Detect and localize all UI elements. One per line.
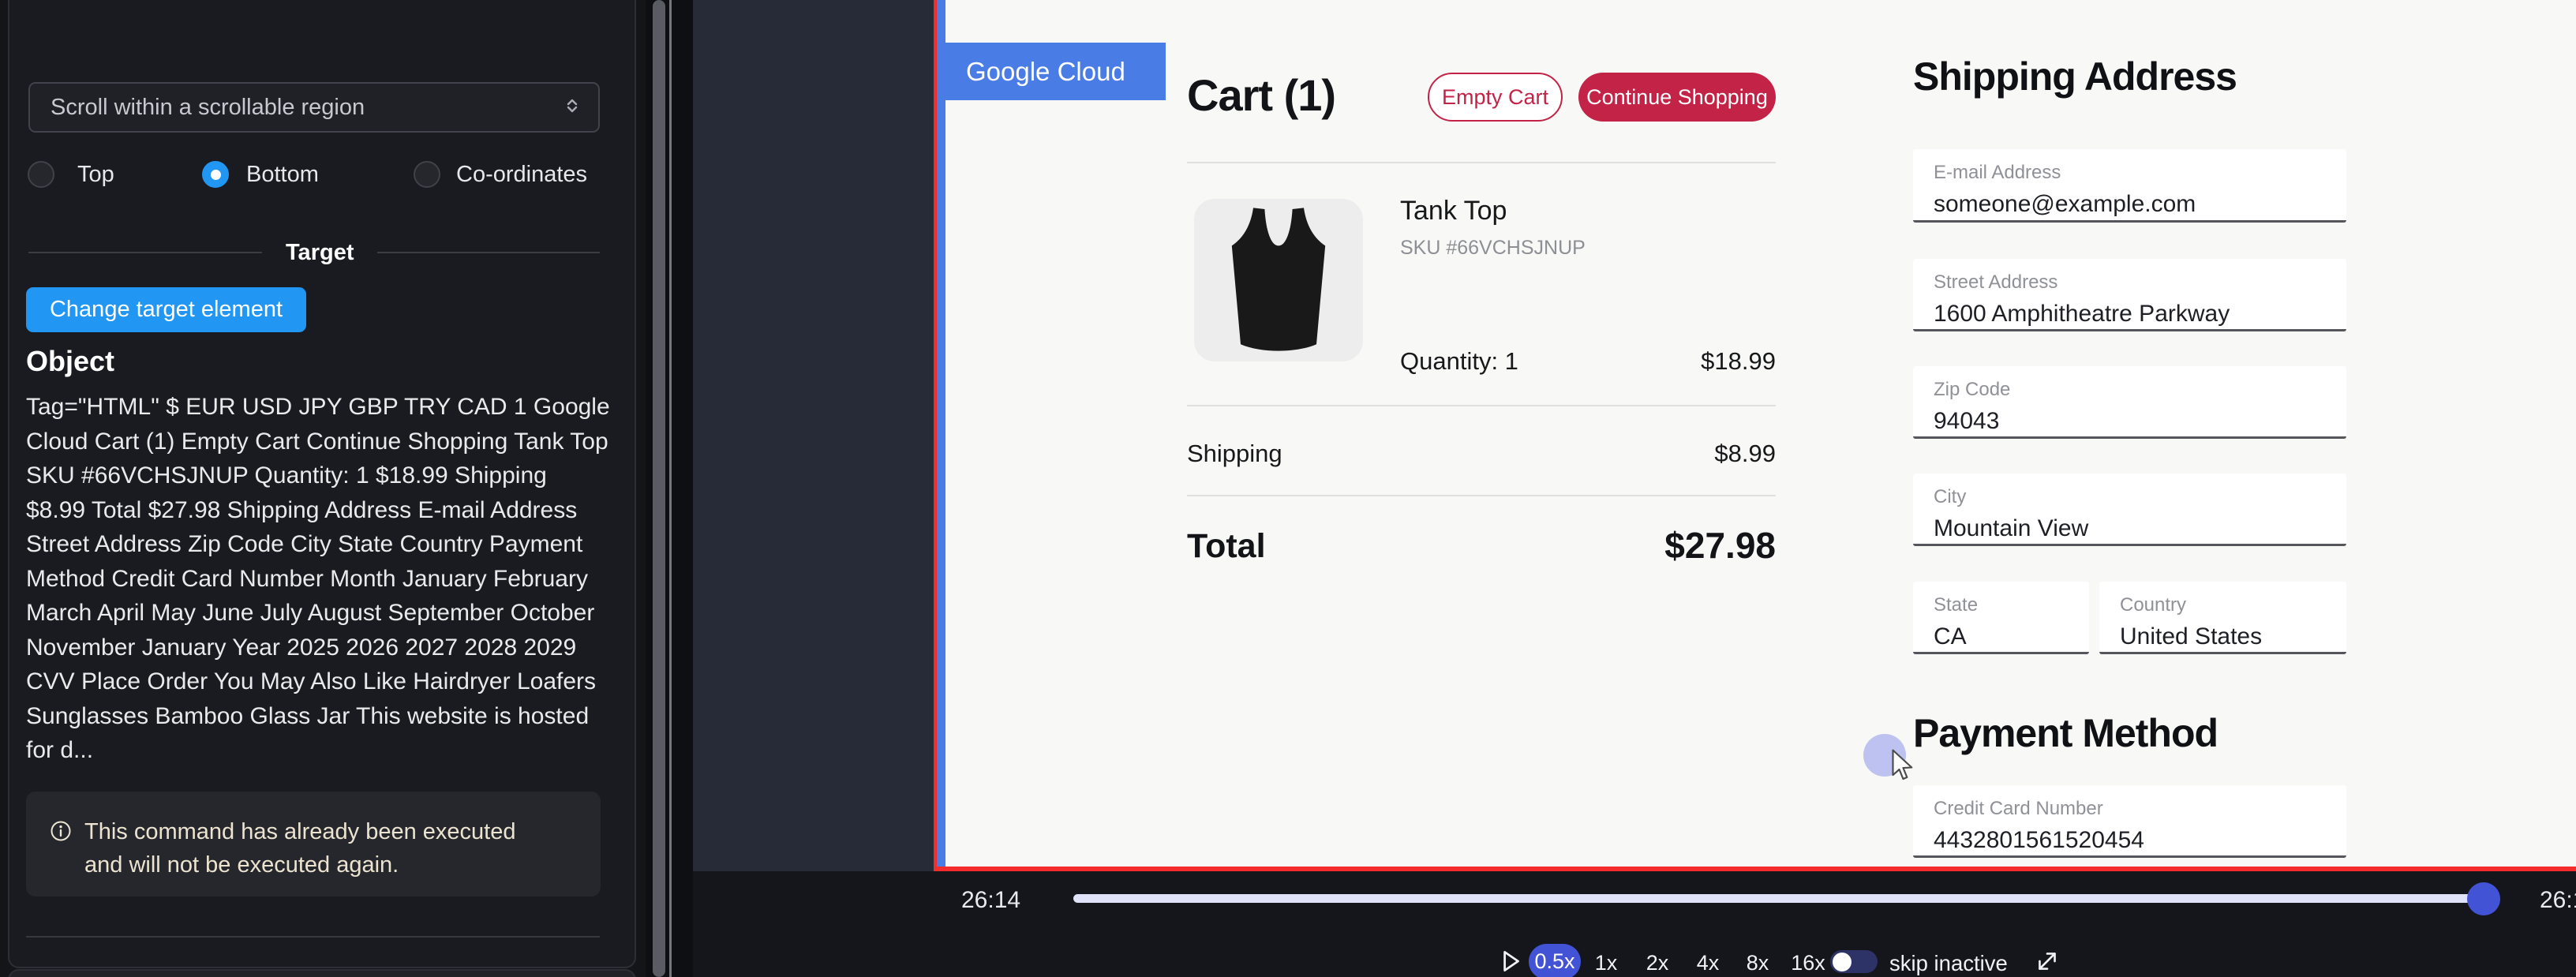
email-field[interactable]: E-mail Address someone@example.com xyxy=(1913,149,2346,223)
city-field-value: Mountain View xyxy=(1934,515,2346,542)
change-target-button[interactable]: Change target element xyxy=(26,287,306,332)
credit-card-field-label: Credit Card Number xyxy=(1934,798,2346,820)
action-select-value: Scroll within a scrollable region xyxy=(51,95,562,121)
empty-cart-button[interactable]: Empty Cart xyxy=(1428,73,1563,122)
target-element-highlight xyxy=(937,0,945,867)
current-time: 26:14 xyxy=(961,887,1020,914)
item-quantity: Quantity: 1 xyxy=(1400,347,1518,376)
total-value: $27.98 xyxy=(1664,524,1776,567)
country-field[interactable]: Country United States xyxy=(2099,582,2346,654)
divider xyxy=(1187,162,1776,163)
object-heading: Object xyxy=(26,345,114,378)
continue-shopping-button[interactable]: Continue Shopping xyxy=(1578,73,1776,122)
item-name: Tank Top xyxy=(1400,196,1507,226)
seek-bar[interactable] xyxy=(1073,894,2484,903)
zip-field-value: 94043 xyxy=(1934,408,2346,435)
unfold-chevrons-icon xyxy=(562,95,582,120)
country-field-value: United States xyxy=(2120,623,2346,650)
email-field-label: E-mail Address xyxy=(1934,162,2346,184)
city-field[interactable]: City Mountain View xyxy=(1913,474,2346,546)
product-image xyxy=(1194,199,1363,361)
play-icon[interactable] xyxy=(1496,947,1525,977)
divider-line xyxy=(28,252,262,253)
end-time: 26:1 xyxy=(2540,887,2576,914)
divider xyxy=(1187,495,1776,496)
shipping-value: $8.99 xyxy=(1714,440,1776,468)
video-letterbox xyxy=(693,0,934,871)
radio-coordinates-label: Co-ordinates xyxy=(456,161,587,188)
street-field-value: 1600 Amphitheatre Parkway xyxy=(1934,301,2346,328)
speed-4x-button[interactable]: 4x xyxy=(1687,951,1728,975)
screen: Scroll within a scrollable region Top Bo… xyxy=(0,0,2576,977)
speed-2x-button[interactable]: 2x xyxy=(1637,951,1678,975)
zip-field[interactable]: Zip Code 94043 xyxy=(1913,366,2346,439)
payment-method-heading: Payment Method xyxy=(1913,710,2218,756)
speed-1x-button[interactable]: 1x xyxy=(1586,951,1627,975)
item-price: $18.99 xyxy=(1701,347,1776,376)
street-field-label: Street Address xyxy=(1934,271,2346,294)
email-field-value: someone@example.com xyxy=(1934,191,2346,218)
speed-16x-button[interactable]: 16x xyxy=(1783,951,1833,975)
shipping-address-heading: Shipping Address xyxy=(1913,54,2237,99)
radio-coordinates[interactable] xyxy=(414,161,440,188)
browser-page: Google Cloud Cart (1) Empty Cart Continu… xyxy=(945,0,2576,867)
divider xyxy=(1187,405,1776,406)
shipping-label: Shipping xyxy=(1187,440,1282,468)
sidebar-scrollbar[interactable] xyxy=(653,0,665,977)
action-select[interactable]: Scroll within a scrollable region xyxy=(28,82,600,133)
tank-top-image xyxy=(1215,203,1342,358)
speed-0-5x-button[interactable]: 0.5x xyxy=(1529,944,1581,977)
fullscreen-icon[interactable] xyxy=(2033,947,2061,977)
state-field-label: State xyxy=(1934,594,2089,616)
skip-inactive-toggle[interactable] xyxy=(1830,950,1878,973)
state-field-value: CA xyxy=(1934,623,2089,650)
state-field[interactable]: State CA xyxy=(1913,582,2089,654)
radio-bottom[interactable] xyxy=(202,161,229,188)
divider-line xyxy=(377,252,600,253)
target-divider: Target xyxy=(28,241,600,264)
credit-card-field[interactable]: Credit Card Number 4432801561520454 xyxy=(1913,785,2346,858)
toggle-knob xyxy=(1833,953,1852,971)
country-field-label: Country xyxy=(2120,594,2346,616)
item-sku: SKU #66VCHSJNUP xyxy=(1400,237,1586,260)
info-message-text: This command has already been executed a… xyxy=(84,815,542,882)
seek-knob[interactable] xyxy=(2467,882,2500,915)
radio-top[interactable] xyxy=(28,161,54,188)
brand-badge-label: Google Cloud xyxy=(966,57,1125,87)
total-label: Total xyxy=(1187,527,1266,566)
mouse-cursor-icon xyxy=(1885,747,1918,787)
brand-badge: Google Cloud xyxy=(945,43,1166,100)
info-message-box: This command has already been executed a… xyxy=(26,792,601,897)
info-icon xyxy=(50,820,72,846)
credit-card-field-value: 4432801561520454 xyxy=(1934,827,2346,854)
panel-resize-handle[interactable] xyxy=(669,0,672,977)
city-field-label: City xyxy=(1934,486,2346,508)
radio-top-label: Top xyxy=(77,161,114,188)
zip-field-label: Zip Code xyxy=(1934,379,2346,401)
next-card-edge xyxy=(8,969,636,977)
cart-title: Cart (1) xyxy=(1187,69,1335,121)
speed-8x-button[interactable]: 8x xyxy=(1737,951,1778,975)
skip-inactive-label: skip inactive xyxy=(1889,951,2008,976)
object-text: Tag="HTML" $ EUR USD JPY GBP TRY CAD 1 G… xyxy=(26,390,612,768)
street-field[interactable]: Street Address 1600 Amphitheatre Parkway xyxy=(1913,259,2346,331)
sidebar-divider xyxy=(26,936,600,938)
target-divider-label: Target xyxy=(286,240,354,266)
radio-bottom-label: Bottom xyxy=(246,161,319,188)
